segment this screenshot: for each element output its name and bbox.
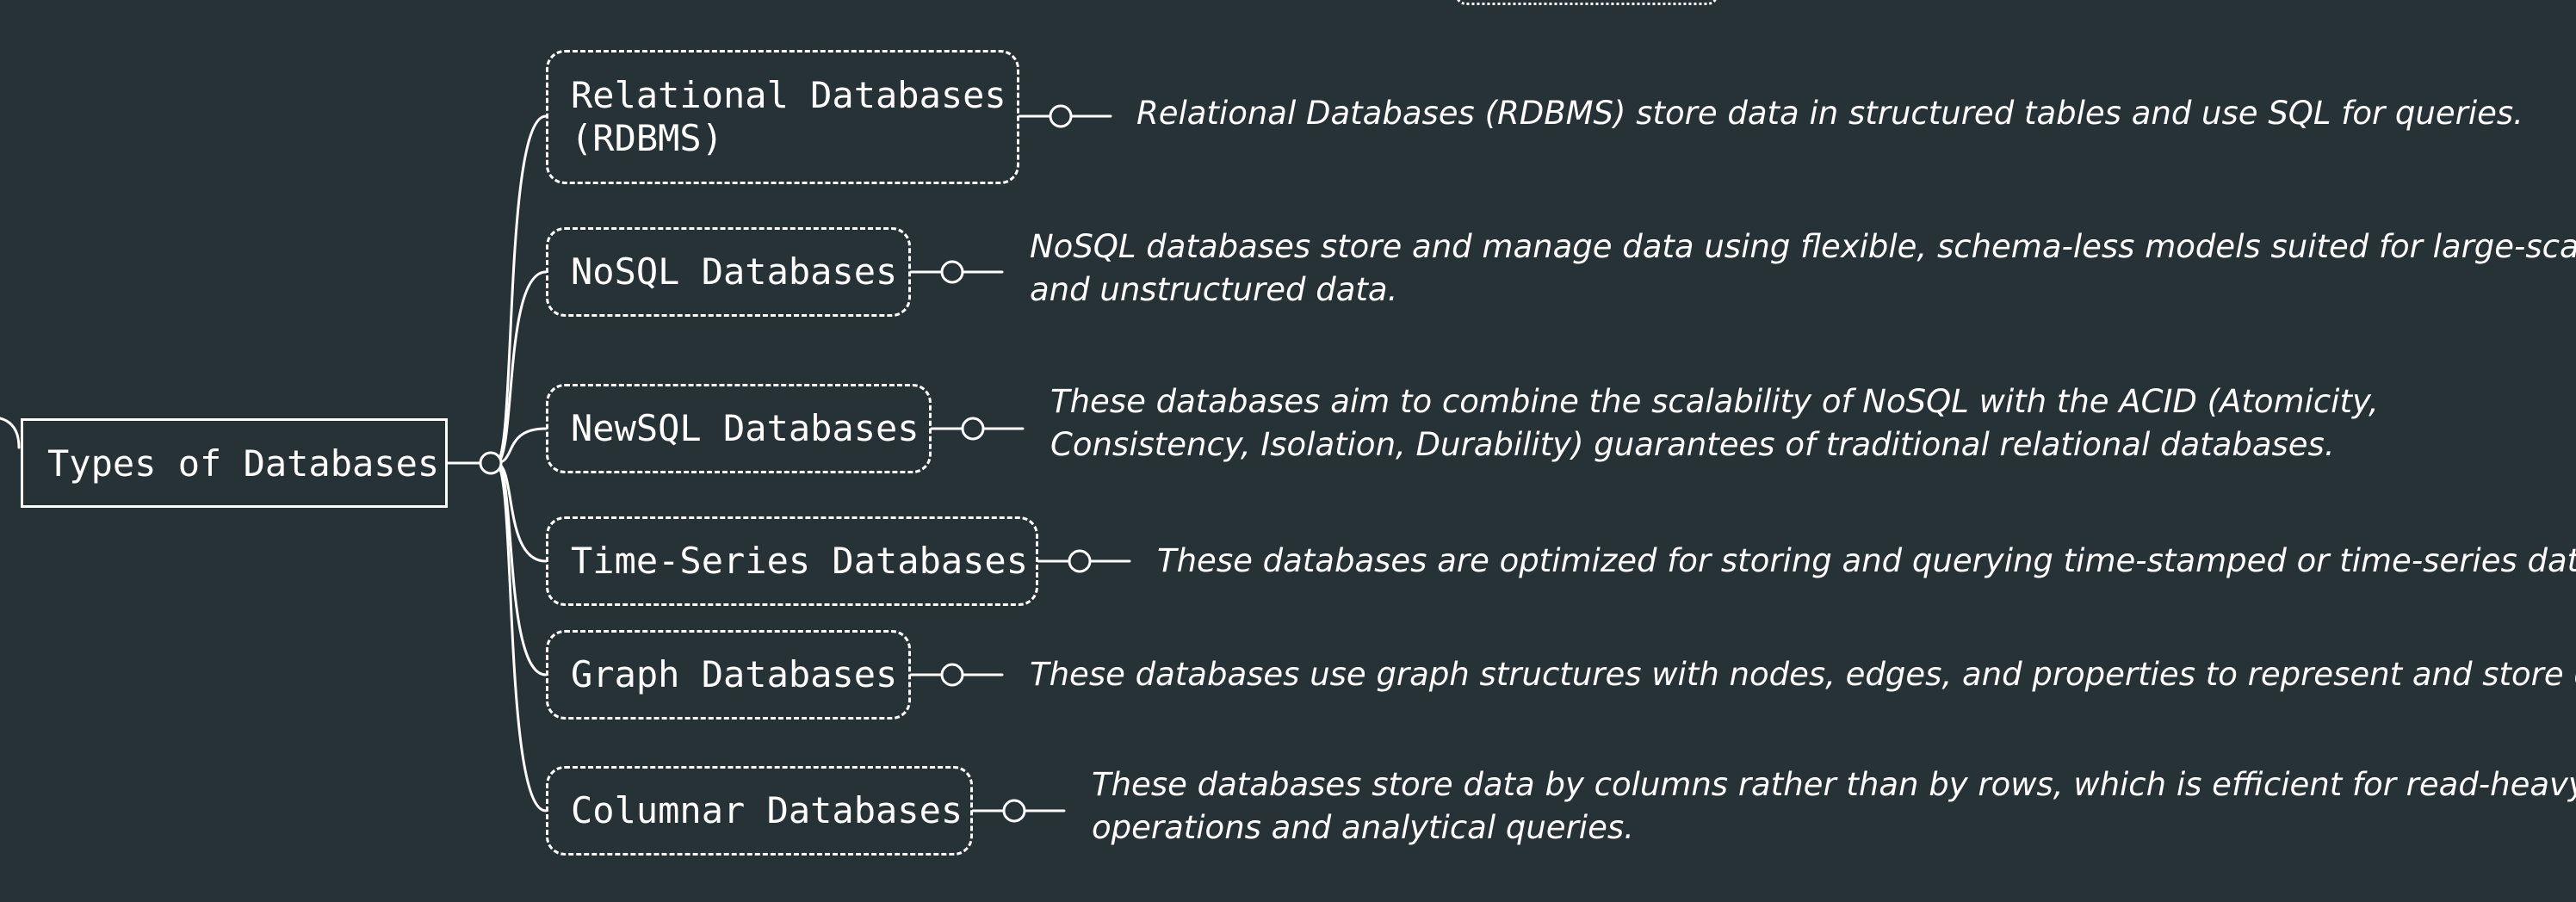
description-line: and unstructured data.: [1030, 271, 1398, 308]
description-line: operations and analytical queries.: [1092, 809, 1634, 846]
node-relational-databases: Relational Databases (RDBMS): [546, 50, 1019, 184]
node-label: Graph Databases: [571, 653, 898, 695]
description-line: NoSQL databases store and manage data us…: [1030, 228, 2576, 265]
node-label: NoSQL Databases: [571, 250, 898, 293]
description-link-circle-5: [1002, 799, 1026, 823]
node-label: Columnar Databases: [571, 789, 963, 831]
node-graph-databases: Graph Databases: [546, 630, 911, 720]
node-nosql-databases: NoSQL Databases: [546, 227, 911, 317]
description-columnar-databases: These databases store data by columns ra…: [1092, 763, 2576, 849]
description-link-circle-3: [1068, 549, 1092, 573]
description-line: Consistency, Isolation, Durability) guar…: [1050, 426, 2335, 463]
hub-connector-circle: [479, 451, 503, 475]
description-link-circle-1: [940, 260, 964, 284]
description-graph-databases: These databases use graph structures wit…: [1030, 653, 2576, 696]
node-newsql-databases: NewSQL Databases: [546, 384, 932, 473]
description-link-circle-4: [940, 663, 964, 687]
description-time-series-databases: These databases are optimized for storin…: [1157, 540, 2576, 583]
root-node-types-of-databases: Types of Databases: [21, 418, 448, 508]
node-columnar-databases: Columnar Databases: [546, 766, 973, 856]
description-line: These databases aim to combine the scala…: [1050, 383, 2379, 420]
description-newsql-databases: These databases aim to combine the scala…: [1050, 380, 2379, 466]
partial-node-outline: [1455, 0, 1718, 5]
node-label: NewSQL Databases: [571, 407, 920, 449]
description-line: These databases are optimized for storin…: [1157, 542, 2576, 579]
description-nosql-databases: NoSQL databases store and manage data us…: [1030, 226, 2576, 312]
description-relational-databases: Relational Databases (RDBMS) store data …: [1136, 92, 2523, 135]
description-link-circle-2: [961, 417, 985, 441]
description-link-circle-0: [1049, 104, 1073, 128]
node-time-series-databases: Time-Series Databases: [546, 516, 1038, 606]
description-line: These databases use graph structures wit…: [1030, 656, 2576, 693]
node-label: Time-Series Databases: [571, 540, 1029, 582]
branch-line-0: [494, 114, 548, 465]
root-left-stub: [0, 417, 21, 449]
root-node-label: Types of Databases: [47, 442, 440, 485]
node-label: Relational Databases (RDBMS): [571, 74, 1006, 159]
description-line: Relational Databases (RDBMS) store data …: [1136, 95, 2523, 132]
description-line: These databases store data by columns ra…: [1092, 766, 2576, 803]
